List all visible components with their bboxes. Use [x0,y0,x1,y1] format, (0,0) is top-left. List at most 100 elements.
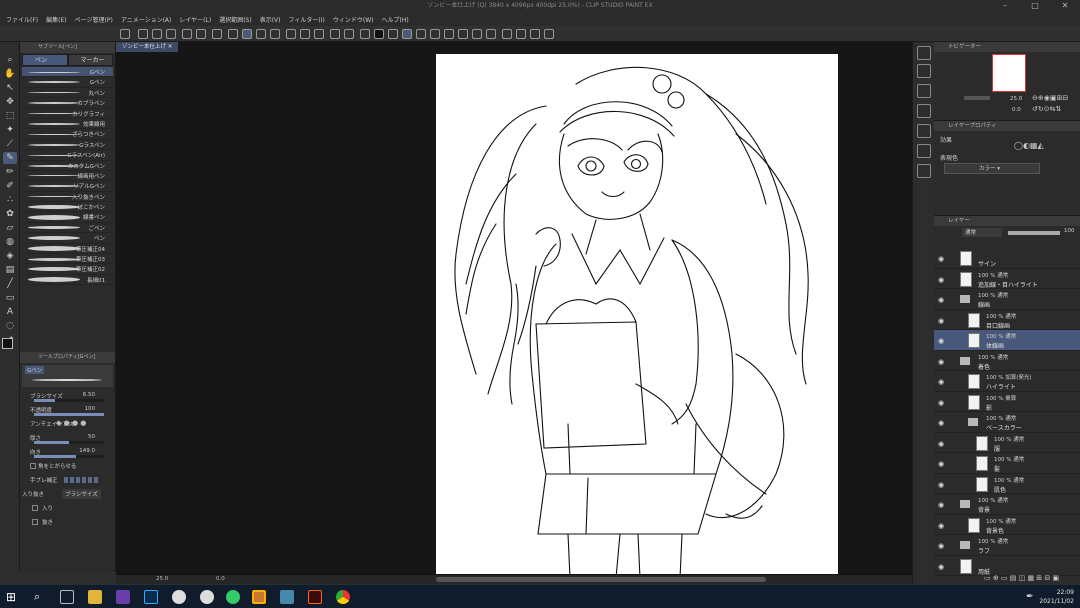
thickness-row[interactable]: 厚さ 50 [20,431,115,445]
document-tab[interactable]: ゾンビー本仕上げ ✕ [116,42,179,52]
text-icon[interactable]: A [3,306,17,318]
brush-item[interactable]: 丸ペン [22,88,113,99]
brush-item[interactable]: 入り抜きペン [22,192,113,203]
fill-tool-icon[interactable]: ◈ [3,250,17,262]
eye-icon[interactable]: ◉ [938,440,944,448]
blend-icon[interactable]: ◍ [3,236,17,248]
brush-item[interactable]: 筆圧補正03 [22,254,113,265]
direction-value[interactable]: 149.0 [79,448,95,454]
brush-item[interactable]: 線画用ペン [22,171,113,182]
pen-tray-icon[interactable]: ✒ [1026,590,1040,604]
folder-icon[interactable] [960,500,970,508]
lasso-icon[interactable] [472,29,482,39]
eye-icon[interactable]: ◉ [938,317,944,325]
pen-mode-icon[interactable] [402,29,412,39]
eye-icon[interactable]: ◉ [938,337,944,345]
move-icon[interactable] [458,29,468,39]
eye-icon[interactable]: ◉ [938,563,944,571]
brush-icon[interactable]: ✐ [3,180,17,192]
layer-row[interactable]: ◉ 100 % 通常 追加線・目ハイライト [934,269,1080,289]
redo-icon[interactable] [344,29,354,39]
show-grid-icon[interactable] [314,29,324,39]
eraser-mode-icon[interactable] [430,29,440,39]
eye-icon[interactable]: ◉ [938,255,944,263]
undo-icon[interactable] [330,29,340,39]
layer-opacity-value[interactable]: 100 [1064,228,1075,234]
sharp-checkbox[interactable] [30,463,36,469]
grid-icon[interactable] [270,29,280,39]
layer-row[interactable]: ◉ 100 % 通常 線画 [934,289,1080,310]
clear-icon[interactable] [360,29,370,39]
eye-icon[interactable]: ◉ [938,378,944,386]
approximate-color-icon[interactable] [917,124,931,138]
horizontal-scrollbar[interactable]: 25.0 0.0 [116,574,912,584]
flip-vertical-icon[interactable] [516,29,526,39]
selection-icon[interactable]: ⬚ [3,110,17,122]
layer-row[interactable]: ◉ 100 % 通常 ラフ [934,535,1080,556]
airbrush-icon[interactable]: ∴ [3,194,17,206]
auto-select-icon[interactable]: ✦ [3,124,17,136]
taper-row[interactable]: 入り抜き ブラシサイズ [20,487,115,501]
layer-row[interactable]: ◉ 100 % 通常 背景色 [934,515,1080,535]
navigator-angle[interactable]: 0.0 [1012,107,1021,113]
eye-icon[interactable]: ◉ [938,542,944,550]
layer-row[interactable]: ◉ 100 % 通常 目口線画 [934,310,1080,330]
settings-icon[interactable] [182,29,192,39]
menu-animation[interactable]: アニメーション(A) [121,15,172,24]
menu-file[interactable]: ファイル(F) [6,15,38,24]
transparent-icon[interactable] [388,29,398,39]
fill-color-icon[interactable] [374,29,384,39]
zoom-controls-icon[interactable]: ⊖⊕◉▣⊞⊟ [1032,94,1068,102]
file-explorer-icon[interactable] [88,590,102,604]
eye-icon[interactable]: ◉ [938,276,944,284]
eye-icon[interactable]: ◉ [938,399,944,407]
brush-item[interactable]: 線書ペン [22,212,113,223]
color-set-icon[interactable] [917,84,931,98]
direction-row[interactable]: 向き 149.0 [20,445,115,459]
new-file-icon[interactable] [138,29,148,39]
layer-actions-icons[interactable]: ▭ ⊕ ▭ ▤ ◫ ▦ ⊞ ⊟ ▣ [984,574,1059,582]
brush-item[interactable]: ごペン [22,223,113,234]
brush-item[interactable]: ペン [22,233,113,244]
layer-row[interactable]: ◉ 100 % 通常 肌色 [934,474,1080,494]
mirror-icon[interactable] [444,29,454,39]
taper-select[interactable]: ブラシサイズ [62,489,101,499]
layer-row[interactable]: ◉ 100 % 通常髪 [934,453,1080,474]
close-icon[interactable]: ✕ [1050,0,1080,12]
brush-item[interactable]: Gラスペン [22,140,113,151]
decoration-icon[interactable]: ✿ [3,208,17,220]
reference-layer-icon[interactable] [286,29,296,39]
rotate-icon[interactable] [530,29,540,39]
scroll-thumb[interactable] [436,577,766,582]
brush-item[interactable]: リアルGペン [22,181,113,192]
pen-icon[interactable]: ✎ [3,152,17,164]
hand-icon[interactable]: ✋ [3,68,17,80]
eye-icon[interactable]: ◉ [938,522,944,530]
sharp-corner-row[interactable]: 角をとがらせる [20,459,115,473]
flip-horizontal-icon[interactable] [502,29,512,39]
menu-help[interactable]: ヘルプ(H) [381,15,408,24]
edit-track-icon[interactable] [300,29,310,39]
trim-icon[interactable] [212,29,222,39]
special-ruler-icon[interactable] [256,29,266,39]
opacity-row[interactable]: 不透明度 100 [20,403,115,417]
tab-marker[interactable]: マーカー [67,54,113,66]
gradient-icon[interactable]: ▤ [3,264,17,276]
canvas-paper[interactable] [436,54,838,579]
out-row[interactable]: 抜き [20,515,115,529]
app5-icon[interactable] [280,590,294,604]
minimize-icon[interactable]: – [990,0,1020,12]
brush-item[interactable]: Gペン [22,77,113,88]
in-row[interactable]: 入り [20,501,115,515]
clock[interactable]: 22:09 2021/11/02 [1039,588,1074,606]
brush-size-value[interactable]: 6.50 [83,392,95,398]
canvas-area[interactable]: ゾンビー本仕上げ ✕ 25.0 0.0 [116,42,912,584]
layer-row[interactable]: ◉ 用紙 [934,556,1080,576]
canvas-icon[interactable] [196,29,206,39]
maximize-icon[interactable]: □ [1020,0,1050,12]
brush-item[interactable]: Gペン [22,67,113,78]
search-icon[interactable]: ⌕ [34,590,48,604]
layer-opacity-slider[interactable] [1008,231,1060,235]
brush-item[interactable]: カブラペン [22,98,113,109]
grid-arrange-icon[interactable] [544,29,554,39]
